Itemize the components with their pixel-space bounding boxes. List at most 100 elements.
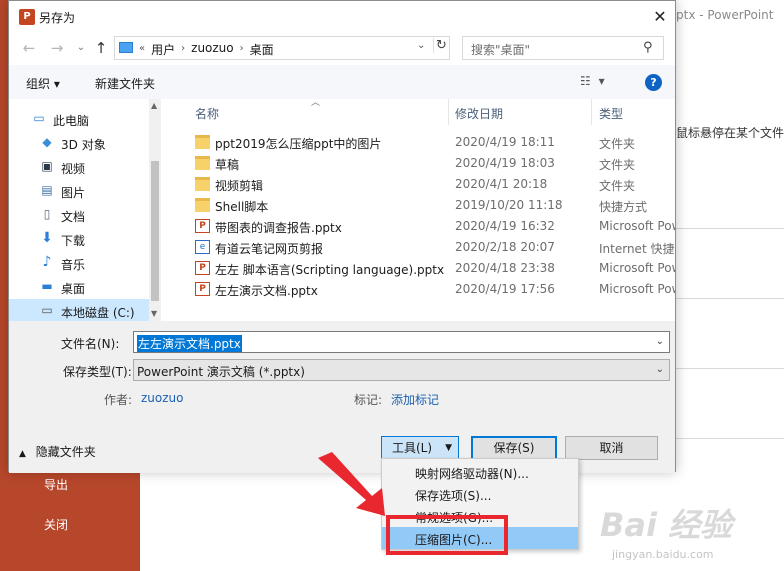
nav-item-pictures[interactable]: ▤ 图片 [9, 179, 149, 203]
file-row[interactable]: 草稿 2020/4/19 18:03 文件夹 [183, 153, 675, 174]
file-row[interactable]: P 带图表的调查报告.pptx 2020/4/19 16:32 Microsof… [183, 216, 675, 237]
menu-item-map-network-drive[interactable]: 映射网络驱动器(N)... [382, 461, 578, 483]
file-row[interactable]: 视频剪辑 2020/4/1 20:18 文件夹 [183, 174, 675, 195]
nav-item-desktop[interactable]: ▬ 桌面 [9, 275, 149, 299]
tools-button[interactable]: 工具(L) ▼ [381, 436, 459, 460]
file-name: ppt2019怎么压缩ppt中的图片 [215, 137, 382, 151]
cube-icon: ◆ [42, 135, 52, 149]
save-form: 文件名(N): 左左演示文档.pptx ⌄ 保存类型(T): PowerPoin… [9, 321, 675, 473]
breadcrumb-users[interactable]: 用户 [151, 41, 175, 58]
tools-button-label: 工具(L) [392, 441, 433, 455]
backstage-divider [676, 228, 784, 229]
chevron-down-icon[interactable]: ⌄ [656, 364, 664, 375]
nav-pane-scroll-thumb[interactable] [151, 161, 159, 301]
nav-item-label: 下载 [61, 234, 86, 248]
cancel-button[interactable]: 取消 [565, 436, 658, 460]
desktop-icon: ▬ [41, 279, 53, 293]
scroll-up-arrow-icon[interactable]: ▲ [151, 101, 157, 110]
nav-item-documents[interactable]: ▯ 文档 [9, 203, 149, 227]
save-as-dialog: P 另存为 ✕ ← → ⌄ ↑ « 用户 › zuozuo › 桌面 ⌄ ↻ 搜… [8, 0, 676, 473]
organize-button[interactable]: 组织 ▾ [26, 75, 60, 92]
breadcrumb-zuozuo[interactable]: zuozuo [191, 41, 234, 58]
file-date: 2020/4/18 23:38 [455, 261, 555, 275]
nav-item-3d-objects[interactable]: ◆ 3D 对象 [9, 131, 149, 155]
file-row[interactable]: e 有道云笔记网页剪报 2020/2/18 20:07 Internet 快捷方 [183, 237, 675, 258]
command-bar: 组织 ▾ 新建文件夹 ☷ ▾ ? [9, 65, 675, 99]
breadcrumb-desktop[interactable]: 桌面 [250, 41, 274, 58]
back-arrow-icon[interactable]: ← [19, 38, 39, 58]
pptx-file-icon: P [195, 282, 210, 296]
nav-item-label: 视频 [61, 162, 86, 176]
column-divider[interactable] [448, 99, 449, 125]
navigation-pane: ▭ 此电脑 ◆ 3D 对象 ▣ 视频 ▤ 图片 ▯ 文档 ⬇ 下载 ♪ 音乐 ▬ [9, 99, 161, 323]
folder-icon [195, 156, 210, 170]
backstage-hint-text: 鼠标悬停在某个文件 [676, 126, 784, 140]
file-row[interactable]: ppt2019怎么压缩ppt中的图片 2020/4/19 18:11 文件夹 [183, 132, 675, 153]
backstage-export-item[interactable]: 导出 [0, 476, 140, 493]
nav-item-this-pc[interactable]: ▭ 此电脑 [9, 107, 149, 131]
scroll-down-arrow-icon[interactable]: ▼ [151, 309, 157, 318]
powerpoint-window-title: ptx - PowerPoint [676, 8, 774, 22]
file-type: Microsoft Pow [599, 261, 675, 275]
file-name: 带图表的调查报告.pptx [215, 221, 342, 235]
nav-item-label: 音乐 [61, 258, 86, 272]
dialog-titlebar[interactable]: P 另存为 ✕ [9, 1, 675, 33]
view-options-icon[interactable]: ☷ ▾ [580, 74, 607, 88]
file-type: Internet 快捷方 [599, 242, 675, 256]
column-divider[interactable] [591, 99, 592, 125]
close-button[interactable]: ✕ [645, 3, 675, 31]
file-row[interactable]: P 左左演示文档.pptx 2020/4/19 17:56 Microsoft … [183, 279, 675, 300]
filetype-select[interactable]: PowerPoint 演示文稿 (*.pptx) ⌄ [133, 359, 670, 381]
column-header-type[interactable]: 类型 [599, 105, 623, 131]
pptx-file-icon: P [195, 219, 210, 233]
column-header-name[interactable]: 名称 [195, 105, 219, 131]
column-header-date[interactable]: 修改日期 [455, 105, 503, 131]
chevron-down-icon[interactable]: ⌄ [656, 336, 664, 347]
recent-locations-icon[interactable]: ⌄ [71, 38, 91, 58]
address-bar[interactable]: « 用户 › zuozuo › 桌面 ⌄ ↻ [114, 36, 450, 60]
nav-item-music[interactable]: ♪ 音乐 [9, 251, 149, 275]
file-type: 文件夹 [599, 179, 636, 193]
author-value[interactable]: zuozuo [141, 391, 184, 405]
file-row[interactable]: P 左左 脚本语言(Scripting language).pptx 2020/… [183, 258, 675, 279]
new-folder-button[interactable]: 新建文件夹 [95, 75, 155, 92]
breadcrumb-separator-icon[interactable]: › [181, 41, 185, 58]
nav-item-videos[interactable]: ▣ 视频 [9, 155, 149, 179]
file-date: 2020/4/19 18:03 [455, 156, 555, 170]
refresh-icon[interactable]: ↻ [433, 38, 449, 53]
backstage-close-item[interactable]: 关闭 [0, 516, 140, 533]
backstage-divider [676, 368, 784, 369]
up-arrow-icon[interactable]: ↑ [91, 38, 111, 58]
breadcrumb-overflow[interactable]: « [139, 41, 145, 58]
file-date: 2020/4/19 17:56 [455, 282, 555, 296]
navigation-bar: ← → ⌄ ↑ « 用户 › zuozuo › 桌面 ⌄ ↻ 搜索"桌面" ⚲ [9, 33, 675, 63]
nav-item-label: 此电脑 [53, 114, 90, 128]
nav-pane-scrollbar[interactable]: ▲ ▼ [149, 99, 161, 321]
computer-icon: ▭ [33, 111, 45, 125]
address-dropdown-icon[interactable]: ⌄ [417, 40, 425, 51]
nav-item-downloads[interactable]: ⬇ 下载 [9, 227, 149, 251]
menu-item-label: 映射网络驱动器(N)... [415, 467, 529, 481]
sort-ascending-icon: ︿ [311, 99, 321, 108]
breadcrumb: « 用户 › zuozuo › 桌面 [139, 41, 274, 58]
folder-icon [195, 135, 210, 149]
filename-value[interactable]: 左左演示文档.pptx [137, 335, 242, 352]
save-button[interactable]: 保存(S) [471, 436, 557, 460]
forward-arrow-icon[interactable]: → [47, 38, 67, 58]
nav-item-label: 文档 [61, 210, 86, 224]
help-icon[interactable]: ? [645, 74, 662, 91]
search-icon[interactable]: ⚲ [643, 40, 653, 55]
nav-item-local-disk-c[interactable]: ▭ 本地磁盘 (C:) [9, 299, 149, 323]
add-tags-link[interactable]: 添加标记 [391, 391, 439, 408]
file-name: Shell脚本 [215, 200, 269, 214]
hide-folders-toggle[interactable]: ▲ 隐藏文件夹 [19, 443, 96, 460]
this-pc-icon [119, 42, 133, 53]
download-icon: ⬇ [41, 230, 53, 246]
file-name: 草稿 [215, 158, 240, 172]
search-box[interactable]: 搜索"桌面" ⚲ [462, 36, 664, 60]
filename-input[interactable]: 左左演示文档.pptx ⌄ [133, 331, 670, 353]
menu-item-save-options[interactable]: 保存选项(S)... [382, 483, 578, 505]
tags-label: 标记: [354, 393, 383, 407]
file-row[interactable]: Shell脚本 2019/10/20 11:18 快捷方式 [183, 195, 675, 216]
breadcrumb-separator-icon[interactable]: › [240, 41, 244, 58]
